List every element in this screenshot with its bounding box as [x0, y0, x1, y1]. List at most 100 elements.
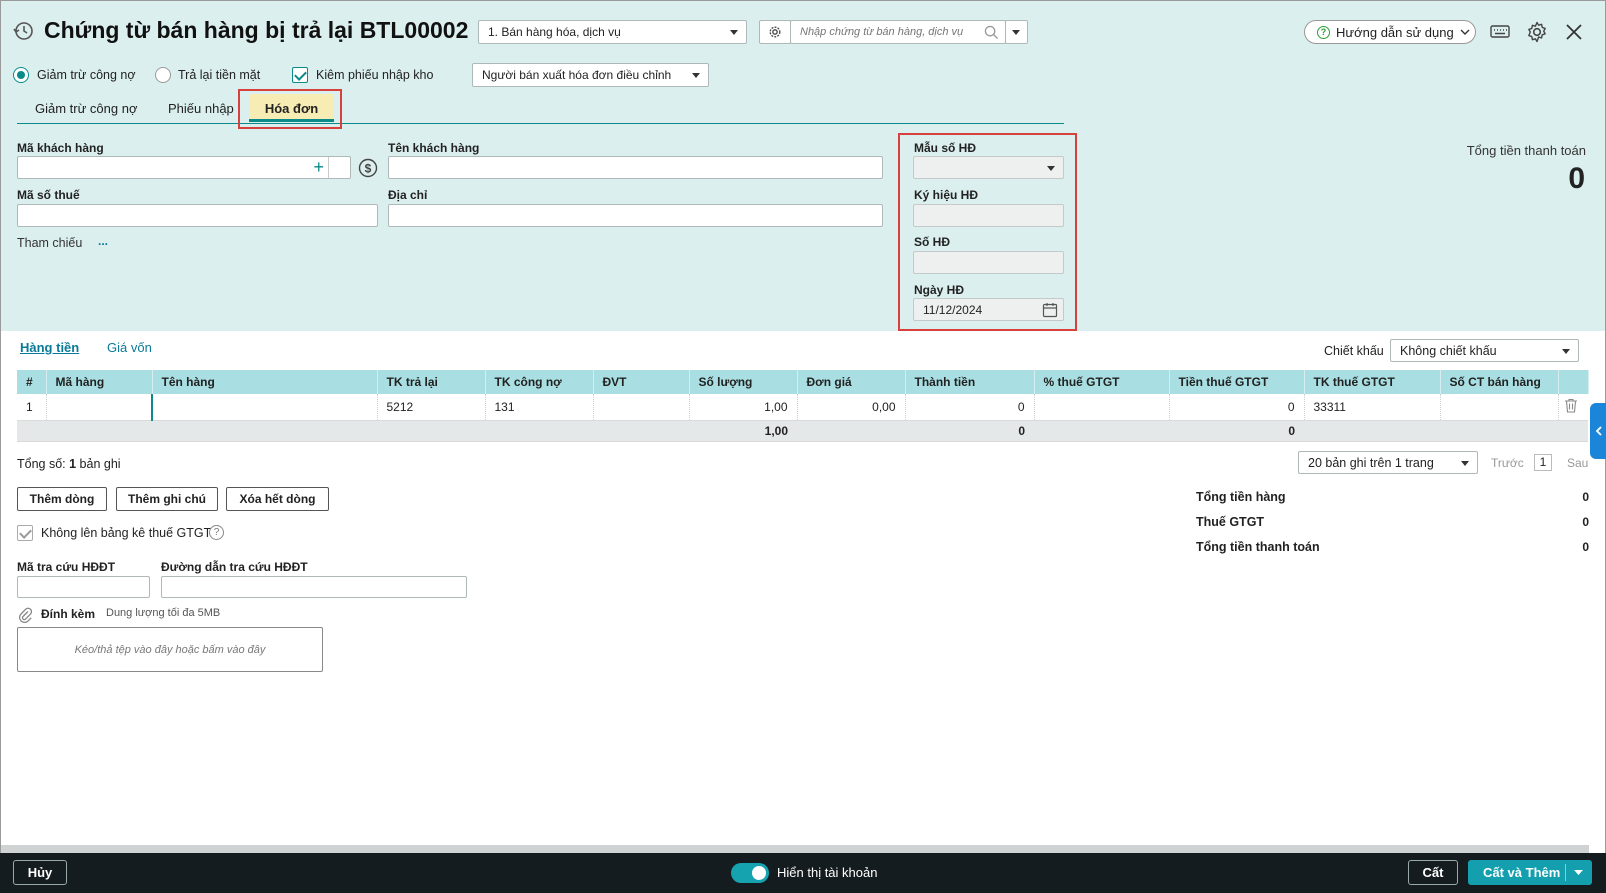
cell-vat-rate[interactable]: [1034, 394, 1170, 421]
invoice-date-input[interactable]: 11/12/2024: [913, 298, 1064, 321]
cell-unit[interactable]: [593, 394, 690, 421]
voucher-type-select[interactable]: 1. Bán hàng hóa, dịch vụ: [478, 20, 747, 44]
help-circle-icon[interactable]: ?: [209, 525, 224, 540]
history-icon[interactable]: [11, 19, 35, 43]
tax-code-input[interactable]: [17, 204, 378, 227]
radio-reduce-debt[interactable]: [13, 67, 29, 83]
chevron-down-icon: [730, 30, 738, 35]
customer-name-label: Tên khách hàng: [388, 141, 480, 155]
discount-select[interactable]: Không chiết khấu: [1390, 339, 1579, 362]
import-slip-checkbox[interactable]: [292, 67, 308, 83]
tab-import-slip[interactable]: Phiếu nhập: [168, 101, 234, 116]
col-unit[interactable]: ĐVT: [593, 370, 690, 394]
add-note-button[interactable]: Thêm ghi chú: [116, 487, 218, 511]
tab-cost-price[interactable]: Giá vốn: [107, 340, 152, 355]
cell-amount[interactable]: 0: [905, 394, 1035, 421]
tax-code-label: Mã số thuế: [17, 188, 80, 202]
cell-item-code[interactable]: [46, 394, 153, 421]
col-index[interactable]: #: [17, 370, 47, 394]
col-return-account[interactable]: TK trả lại: [377, 370, 486, 394]
tab-goods-money[interactable]: Hàng tiền: [20, 340, 79, 355]
summary-row: 1,00 0 0: [17, 420, 1588, 442]
next-page-button[interactable]: Sau: [1567, 456, 1588, 470]
show-accounts-toggle[interactable]: [731, 863, 769, 883]
prev-page-button[interactable]: Trước: [1491, 456, 1524, 470]
cell-return-account[interactable]: 5212: [377, 394, 486, 421]
trash-icon[interactable]: [1564, 398, 1578, 413]
sum-amount: 0: [905, 420, 1034, 442]
col-unit-price[interactable]: Đơn giá: [797, 370, 906, 394]
current-page[interactable]: 1: [1534, 454, 1552, 471]
invoice-type-select[interactable]: Người bán xuất hóa đơn điều chỉnh: [472, 63, 709, 87]
col-item-code[interactable]: Mã hàng: [46, 370, 153, 394]
total-goods-value: 0: [1582, 490, 1589, 504]
table-header-row: # Mã hàng Tên hàng TK trả lại TK công nợ…: [17, 370, 1589, 394]
settings-button[interactable]: [759, 20, 791, 44]
reference-more-button[interactable]: ...: [98, 234, 108, 248]
address-input[interactable]: [388, 204, 883, 227]
save-and-add-button[interactable]: Cất và Thêm: [1468, 860, 1592, 885]
dollar-icon[interactable]: $: [356, 156, 379, 179]
save-button[interactable]: Cất: [1408, 860, 1458, 885]
customer-code-dropdown[interactable]: [328, 157, 350, 178]
address-label: Địa chỉ: [388, 188, 428, 202]
col-item-name[interactable]: Tên hàng: [152, 370, 378, 394]
invoice-template-select[interactable]: [913, 156, 1064, 179]
attachment-drop-zone[interactable]: Kéo/thả tệp vào đây hoặc bấm vào đây: [17, 627, 323, 672]
detail-table: # Mã hàng Tên hàng TK trả lại TK công nợ…: [17, 370, 1589, 442]
delete-all-rows-button[interactable]: Xóa hết dòng: [226, 487, 329, 511]
col-vat-rate[interactable]: % thuế GTGT: [1034, 370, 1170, 394]
calendar-icon[interactable]: [1042, 302, 1058, 318]
chevron-left-icon: [1595, 426, 1602, 436]
customer-name-input[interactable]: [388, 156, 883, 179]
keyboard-icon[interactable]: [1488, 20, 1512, 44]
cell-item-name[interactable]: [151, 394, 378, 421]
import-slip-label: Kiêm phiếu nhập kho: [316, 68, 434, 82]
search-icon[interactable]: [984, 25, 999, 40]
cell-sales-voucher[interactable]: [1440, 394, 1559, 421]
col-amount[interactable]: Thành tiền: [905, 370, 1035, 394]
voucher-search-input[interactable]: [790, 20, 1006, 44]
cell-unit-price[interactable]: 0,00: [797, 394, 906, 421]
cell-quantity[interactable]: 1,00: [689, 394, 798, 421]
discount-value: Không chiết khấu: [1400, 343, 1497, 358]
cancel-button[interactable]: Hủy: [13, 860, 67, 885]
sum-vat-amount: 0: [1169, 420, 1304, 442]
record-count-prefix: Tổng số:: [17, 457, 70, 471]
table-row[interactable]: 1 5212 131 1,00 0,00 0 0 33311: [17, 394, 1588, 421]
add-row-button[interactable]: Thêm dòng: [17, 487, 107, 511]
col-sales-voucher[interactable]: Số CT bán hàng: [1440, 370, 1559, 394]
lookup-code-input[interactable]: [17, 576, 150, 598]
col-debt-account[interactable]: TK công nợ: [485, 370, 594, 394]
side-panel-toggle[interactable]: [1590, 403, 1606, 459]
cell-debt-account[interactable]: 131: [485, 394, 594, 421]
tab-reduce-debt[interactable]: Giảm trừ công nợ: [35, 101, 137, 116]
invoice-number-input[interactable]: [913, 251, 1064, 274]
voucher-type-value: 1. Bán hàng hóa, dịch vụ: [488, 25, 621, 39]
customer-code-input[interactable]: +: [17, 156, 351, 179]
close-icon[interactable]: [1562, 20, 1586, 44]
invoice-symbol-input[interactable]: [913, 204, 1064, 227]
col-quantity[interactable]: Số lượng: [689, 370, 798, 394]
col-vat-account[interactable]: TK thuế GTGT: [1304, 370, 1441, 394]
gear-icon[interactable]: [1524, 19, 1550, 45]
search-dropdown-button[interactable]: [1005, 20, 1028, 44]
radio-refund-cash[interactable]: [155, 67, 171, 83]
cell-vat-amount[interactable]: 0: [1169, 394, 1305, 421]
cell-vat-account[interactable]: 33311: [1304, 394, 1441, 421]
chevron-down-icon: [692, 73, 700, 78]
total-vat-label: Thuế GTGT: [1196, 515, 1265, 529]
plus-icon[interactable]: +: [313, 157, 324, 177]
invoice-symbol-label: Ký hiệu HĐ: [914, 188, 979, 202]
col-vat-amount[interactable]: Tiền thuế GTGT: [1169, 370, 1305, 394]
save-and-add-dropdown[interactable]: [1565, 864, 1591, 881]
drop-zone-text: Kéo/thả tệp vào đây hoặc bấm vào đây: [74, 643, 266, 656]
lookup-url-input[interactable]: [161, 576, 467, 598]
horizontal-scrollbar[interactable]: [1, 845, 1589, 853]
vat-exclude-checkbox[interactable]: [17, 525, 33, 541]
page-size-select[interactable]: 20 bản ghi trên 1 trang: [1298, 451, 1478, 474]
voucher-search-field[interactable]: [800, 26, 980, 38]
lookup-url-label: Đường dẫn tra cứu HĐĐT: [161, 560, 308, 574]
radio-reduce-debt-label: Giảm trừ công nợ: [37, 68, 136, 82]
help-button[interactable]: ? Hướng dẫn sử dụng: [1304, 20, 1476, 44]
